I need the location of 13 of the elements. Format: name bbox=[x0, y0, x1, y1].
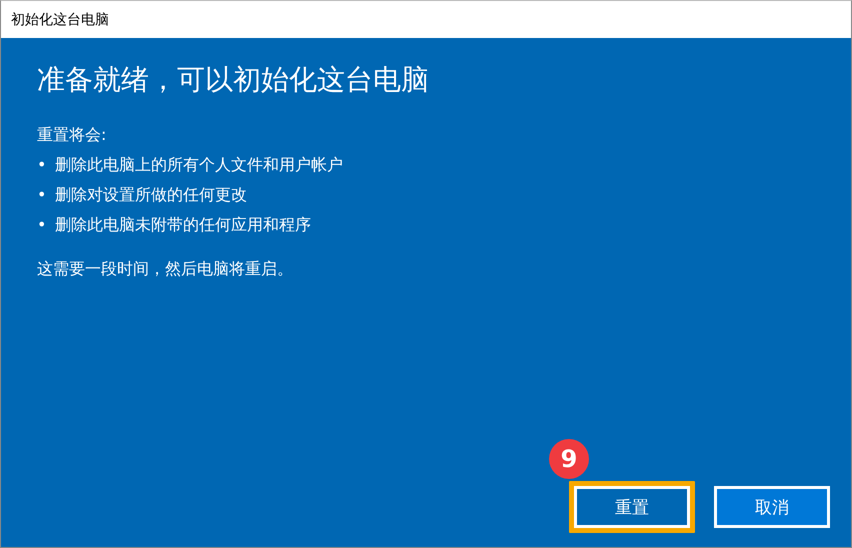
cancel-button[interactable]: 取消 bbox=[714, 486, 830, 528]
list-item-text: 删除对设置所做的任何更改 bbox=[55, 184, 247, 206]
step-badge: 9 bbox=[549, 439, 589, 479]
intro-text: 重置将会: bbox=[37, 124, 108, 146]
reset-button[interactable]: 重置 bbox=[574, 486, 690, 528]
list-item-text: 删除此电脑未附带的任何应用和程序 bbox=[55, 214, 311, 236]
note-text: 这需要一段时间，然后电脑将重启。 bbox=[37, 258, 294, 280]
bullet-mark: • bbox=[37, 154, 48, 176]
list-item-text: 删除此电脑上的所有个人文件和用户帐户 bbox=[55, 154, 343, 176]
bullet-mark: • bbox=[37, 184, 48, 206]
bullet-mark: • bbox=[37, 214, 48, 236]
heading: 准备就绪，可以初始化这台电脑 bbox=[37, 62, 430, 98]
window-title: 初始化这台电脑 bbox=[11, 10, 109, 28]
